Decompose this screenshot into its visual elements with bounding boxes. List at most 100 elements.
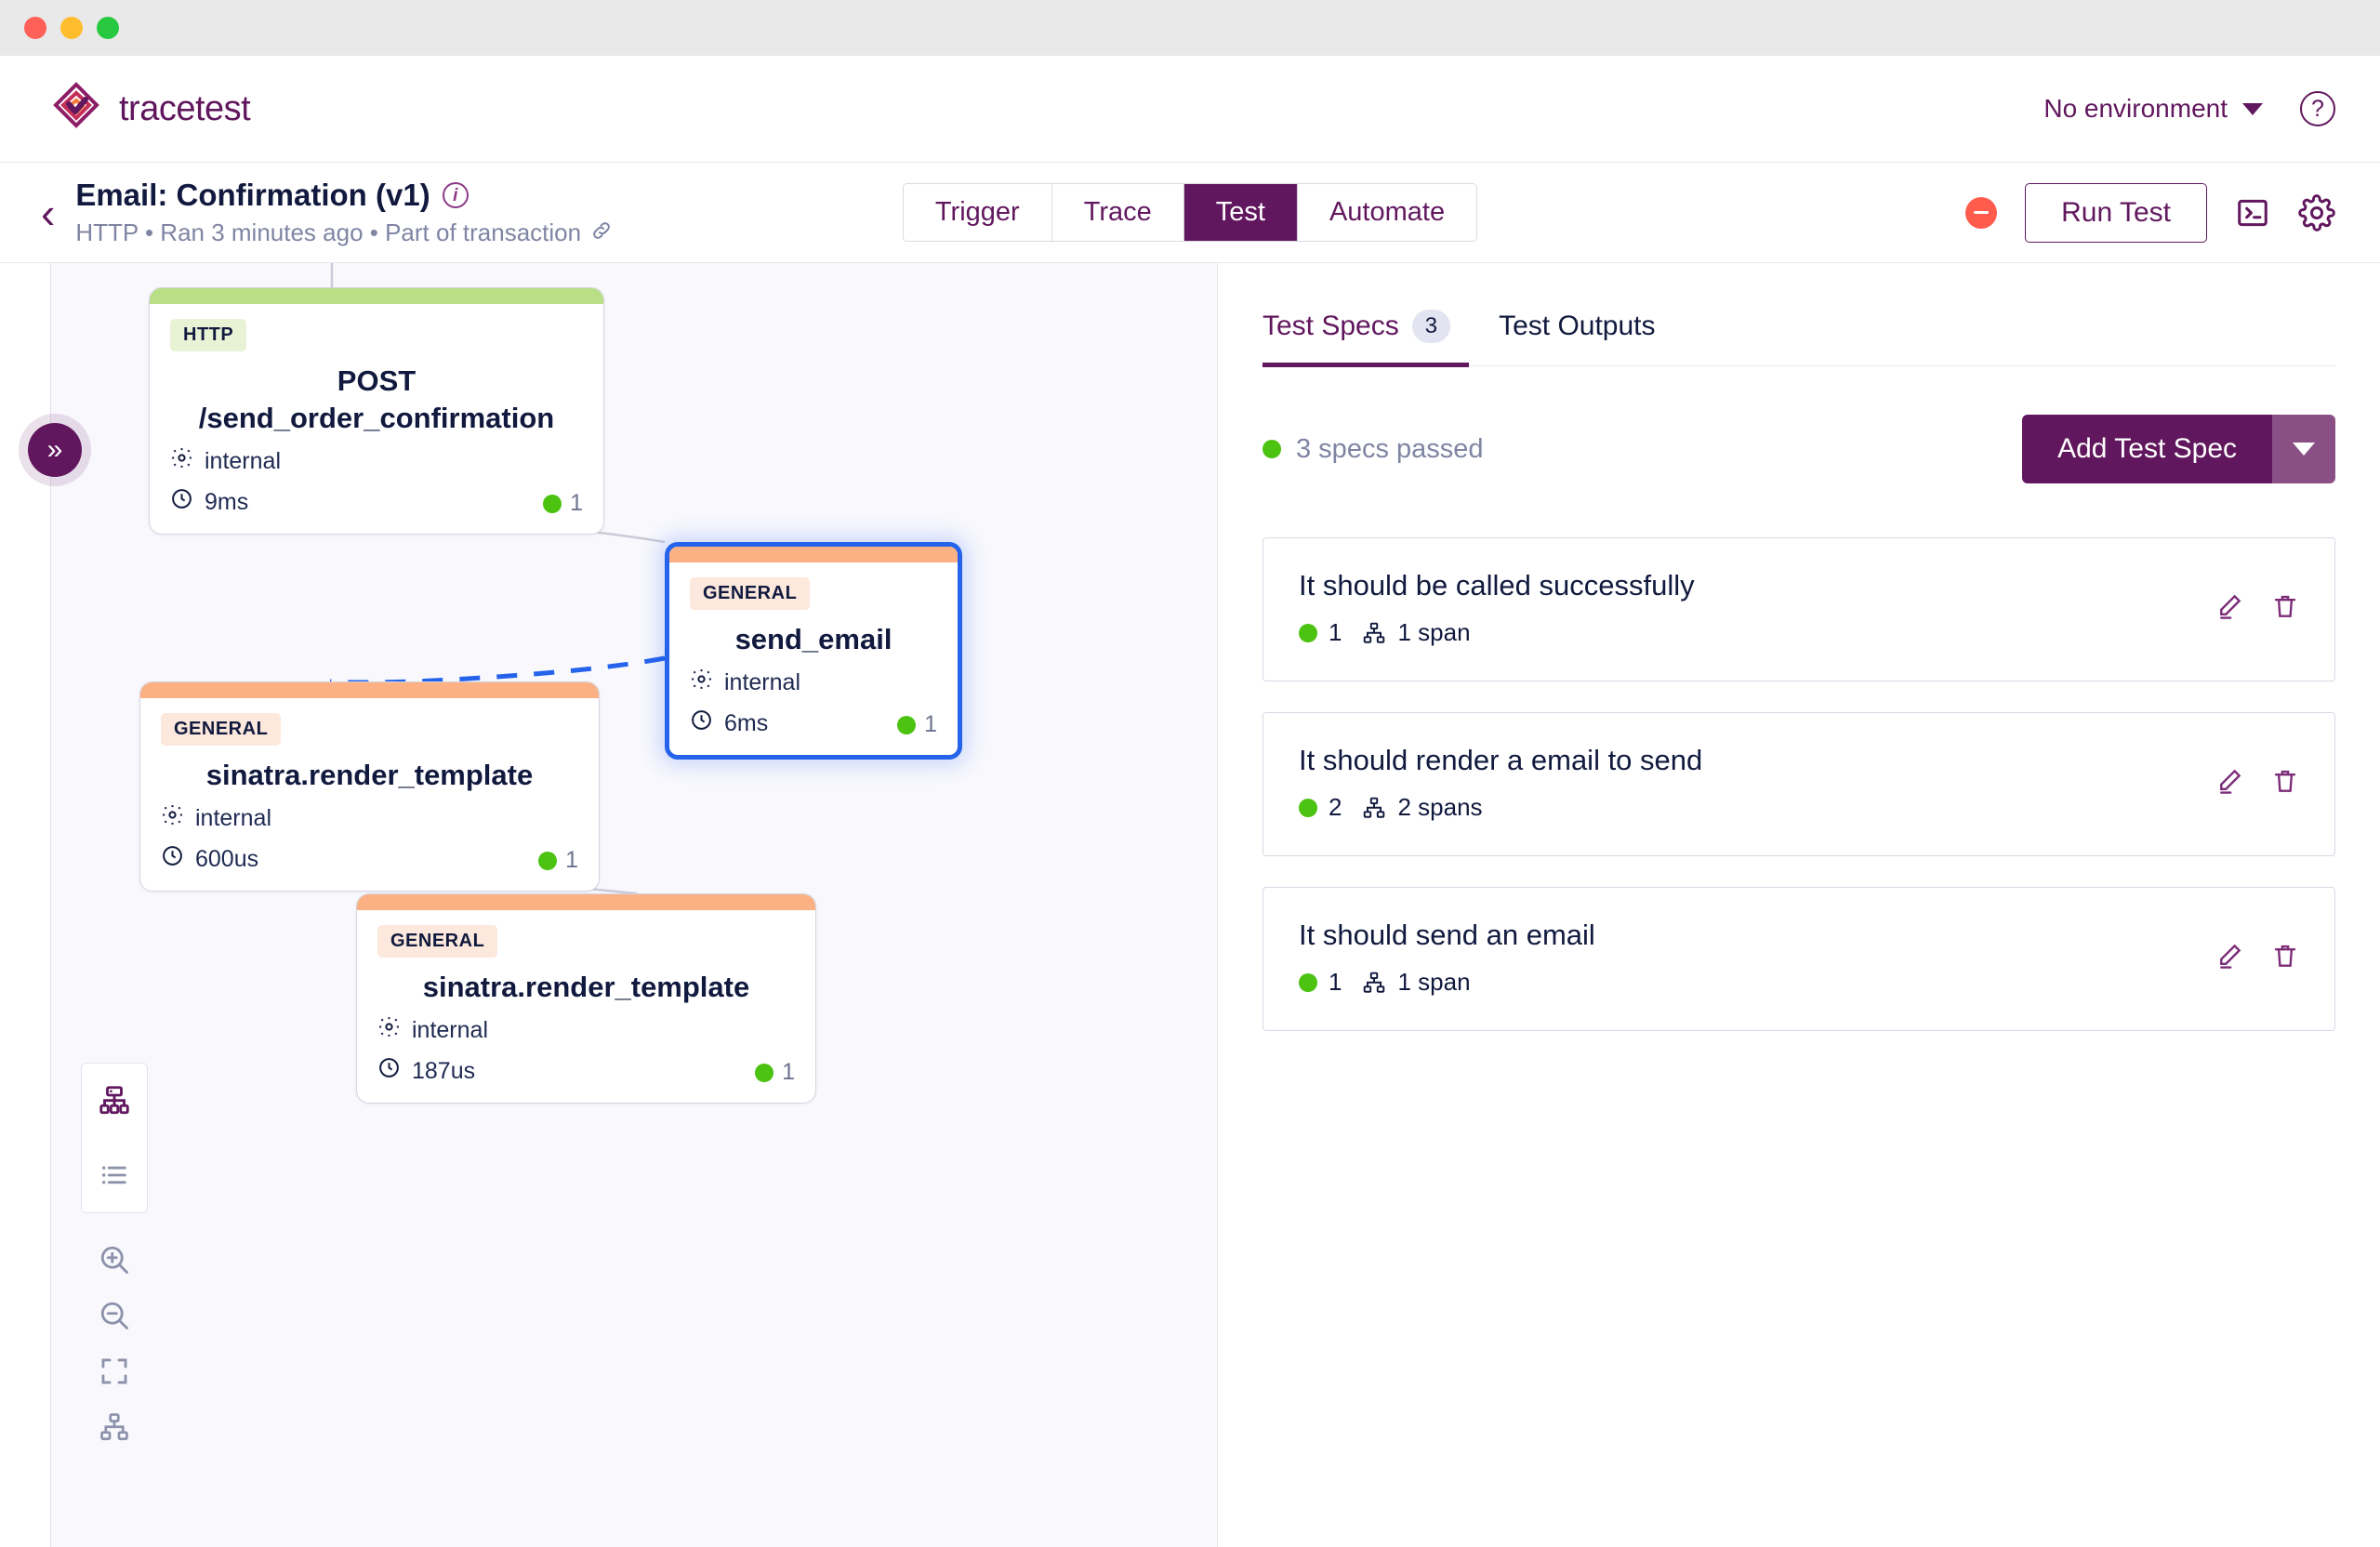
trace-node-sinatra-render-template-1[interactable]: GENERAL sinatra.render_template internal… [139,681,600,892]
tab-trace[interactable]: Trace [1051,184,1184,241]
node-title-line2: /send_order_confirmation [198,402,555,434]
trace-node-send-email[interactable]: GENERAL send_email internal 6ms 1 [665,542,962,760]
pass-dot-icon [1263,440,1281,458]
node-kind: internal [195,804,271,831]
spec-title: It should render a email to send [1299,744,1703,776]
canvas-toolbar [81,1063,148,1455]
info-circle-icon[interactable]: i [442,182,469,208]
window-titlebar [0,0,2380,56]
zoom-in-icon[interactable] [86,1232,142,1288]
environment-label: No environment [2043,94,2228,123]
gear-icon[interactable] [2298,193,2335,231]
main-content: » HTTP POST /send_order_confirmation int… [0,263,2380,1547]
node-assertion-count: 1 [897,711,937,738]
trace-node-sinatra-render-template-2[interactable]: GENERAL sinatra.render_template internal… [356,893,816,1104]
pass-dot-icon [897,715,917,734]
run-test-button[interactable]: Run Test [2025,182,2207,243]
node-kind: internal [412,1016,488,1043]
test-meta-text: HTTP • Ran 3 minutes ago • Part of trans… [75,218,582,246]
test-spec-card[interactable]: It should send an email 1 1 span [1263,887,2335,1031]
spec-assertion-count: 1 [1329,968,1342,996]
gear-icon [161,803,184,833]
spec-actions [2215,942,2299,974]
node-duration-row: 600us 1 [161,844,578,874]
node-title-line1: sinatra.render_template [205,759,534,791]
tab-test-specs-label: Test Specs [1263,311,1399,341]
terminal-icon[interactable] [2235,195,2270,231]
specs-passed-status: 3 specs passed [1263,434,1484,465]
tab-test-specs[interactable]: Test Specs 3 [1263,310,1451,365]
spec-title: It should send an email [1299,919,1595,951]
gear-icon [377,1015,401,1045]
tab-trigger[interactable]: Trigger [903,184,1052,241]
pencil-icon[interactable] [2215,592,2243,625]
node-count-value: 1 [924,711,937,737]
trace-graph-canvas[interactable]: HTTP POST /send_order_confirmation inter… [51,263,1218,1547]
test-spec-card[interactable]: It should render a email to send 2 2 spa… [1263,712,2335,856]
node-duration: 9ms [205,488,249,515]
specs-passed-label: 3 specs passed [1296,433,1484,464]
add-test-spec-dropdown-button[interactable] [2272,415,2335,483]
window-maximize-button[interactable] [97,17,119,39]
environment-selector[interactable]: No environment [2043,94,2263,124]
node-kind: internal [205,447,281,474]
node-type-strip [140,682,599,698]
panel-status-row: 3 specs passed Add Test Spec [1263,415,2335,483]
clock-icon [161,844,184,874]
tab-automate[interactable]: Automate [1297,184,1477,241]
pass-dot-icon [1299,798,1317,817]
help-circle-icon[interactable]: ? [2300,91,2335,126]
add-test-spec-group: Add Test Spec [2022,415,2335,483]
trash-icon[interactable] [2271,942,2299,974]
trace-node-post-send-order-confirmation[interactable]: HTTP POST /send_order_confirmation inter… [149,287,604,535]
window-close-button[interactable] [24,17,46,39]
spans-tree-icon [1362,971,1386,995]
pencil-icon[interactable] [2215,767,2243,800]
node-type-strip [669,547,958,562]
spec-span-count: 1 span [1397,618,1471,646]
expand-panel-button[interactable]: » [28,423,82,477]
node-duration-row: 6ms 1 [690,708,937,738]
zoom-out-icon[interactable] [86,1288,142,1343]
pass-dot-icon [538,851,558,870]
node-duration-row: 9ms 1 [170,487,583,517]
add-test-spec-button[interactable]: Add Test Spec [2022,415,2272,483]
clock-icon [690,708,713,738]
node-duration: 187us [412,1057,476,1084]
test-spec-card[interactable]: It should be called successfully 1 1 spa… [1263,537,2335,681]
tracetest-diamond-logo-icon [50,81,102,138]
trash-icon[interactable] [2271,592,2299,625]
test-view-tabs: Trigger Trace Test Automate [902,183,1478,242]
fit-view-icon[interactable] [86,1343,142,1399]
spec-actions [2215,592,2299,625]
node-title-line1: send_email [734,623,892,655]
external-link-icon[interactable] [590,219,613,247]
back-button[interactable]: ‹ [41,192,55,234]
tab-test[interactable]: Test [1183,184,1298,241]
node-count-value: 1 [565,847,578,873]
pencil-icon[interactable] [2215,942,2243,974]
node-duration: 600us [195,845,259,872]
clock-icon [377,1056,401,1086]
graph-view-icon[interactable] [86,1073,142,1129]
node-title-line1: POST [337,364,416,397]
node-badge: GENERAL [690,577,811,610]
window-minimize-button[interactable] [60,17,83,39]
layout-tree-icon[interactable] [86,1399,142,1455]
spec-span-count: 1 span [1397,968,1471,996]
page-title: Email: Confirmation (v1) i [75,178,613,213]
list-view-icon[interactable] [86,1147,142,1203]
clock-icon [170,487,193,517]
node-kind-row: internal [377,1015,795,1045]
pass-dot-icon [1299,972,1317,992]
tab-test-outputs[interactable]: Test Outputs [1499,310,1655,365]
test-specs-count-badge: 3 [1411,310,1451,343]
node-duration-row: 187us 1 [377,1056,795,1086]
brand-logo-group[interactable]: tracetest [50,81,251,138]
node-count-value: 1 [570,490,583,516]
spec-summary: 2 2 spans [1299,793,1702,822]
app-header: tracetest No environment ? [0,56,2380,163]
trash-icon[interactable] [2271,767,2299,800]
spans-tree-icon [1362,621,1386,645]
node-type-strip [357,894,815,910]
